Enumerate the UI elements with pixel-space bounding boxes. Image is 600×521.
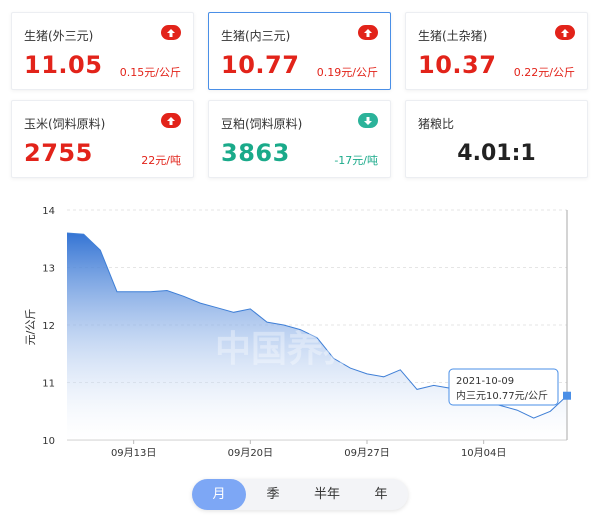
ratio-card-value: 4.01:1 bbox=[457, 141, 536, 166]
card-value: 11.05 bbox=[24, 51, 103, 79]
x-tick-label: 09月13日 bbox=[111, 447, 156, 459]
card-title: 玉米(饲料原料) bbox=[24, 117, 106, 131]
card-title: 生猪(内三元) bbox=[221, 29, 291, 43]
price-card-0[interactable]: 生猪(外三元) 11.05 0.15元/公斤 bbox=[11, 12, 194, 90]
period-tab-year[interactable]: 年 bbox=[354, 479, 408, 510]
card-value: 10.37 bbox=[418, 51, 497, 79]
period-switcher: 月 季 半年 年 bbox=[192, 479, 408, 510]
arrow-down-icon bbox=[358, 113, 378, 128]
price-card-4[interactable]: 豆粕(饲料原料) 3863 -17元/吨 bbox=[208, 100, 391, 178]
x-tick-label: 09月27日 bbox=[344, 447, 389, 459]
tooltip-date: 2021-10-09 bbox=[456, 376, 514, 387]
x-tick-label: 09月20日 bbox=[228, 447, 273, 459]
price-chart[interactable]: 10 11 12 13 14 09月13日 09月20日 09月27日 10月04日 中国养猪… bbox=[0, 196, 600, 466]
price-card-2[interactable]: 生猪(土杂猪) 10.37 0.22元/公斤 bbox=[405, 12, 588, 90]
chart-tooltip: 2021-10-09 内三元10.77元/公斤 bbox=[448, 368, 559, 406]
hover-point-marker bbox=[563, 391, 571, 400]
card-value: 3863 bbox=[221, 139, 290, 167]
period-tab-quarter[interactable]: 季 bbox=[246, 479, 300, 510]
arrow-up-icon bbox=[358, 25, 378, 40]
watermark: 中国养猪网 bbox=[215, 328, 395, 370]
arrow-up-icon bbox=[161, 25, 181, 40]
ratio-card[interactable]: 猪粮比 4.01:1 bbox=[405, 100, 588, 178]
chart-ylabel: 元/公斤 bbox=[24, 309, 37, 346]
period-tab-half-year[interactable]: 半年 bbox=[300, 479, 354, 510]
y-tick-label: 10 bbox=[42, 436, 55, 447]
arrow-up-icon bbox=[555, 25, 575, 40]
y-tick-label: 14 bbox=[42, 206, 55, 217]
card-title: 生猪(土杂猪) bbox=[418, 29, 488, 43]
ratio-card-title: 猪粮比 bbox=[418, 117, 455, 131]
card-change: 0.22元/公斤 bbox=[513, 66, 575, 79]
y-tick-label: 13 bbox=[42, 264, 55, 275]
card-change: 0.15元/公斤 bbox=[119, 66, 181, 79]
price-card-3[interactable]: 玉米(饲料原料) 2755 22元/吨 bbox=[11, 100, 194, 178]
card-value: 2755 bbox=[24, 139, 93, 167]
tooltip-value: 内三元10.77元/公斤 bbox=[456, 389, 548, 402]
card-change: 22元/吨 bbox=[141, 154, 181, 167]
card-value: 10.77 bbox=[221, 51, 300, 79]
arrow-up-icon bbox=[161, 113, 181, 128]
y-tick-label: 12 bbox=[42, 321, 55, 332]
price-chart-svg[interactable]: 10 11 12 13 14 09月13日 09月20日 09月27日 10月04日 中国养猪… bbox=[0, 196, 600, 466]
y-tick-label: 11 bbox=[42, 379, 55, 390]
period-tab-month[interactable]: 月 bbox=[192, 479, 246, 510]
card-title: 生猪(外三元) bbox=[24, 29, 94, 43]
card-title: 豆粕(饲料原料) bbox=[221, 117, 303, 131]
card-change: -17元/吨 bbox=[334, 154, 378, 167]
price-card-1[interactable]: 生猪(内三元) 10.77 0.19元/公斤 bbox=[208, 12, 391, 90]
card-change: 0.19元/公斤 bbox=[316, 66, 378, 79]
x-tick-label: 10月04日 bbox=[461, 447, 506, 459]
price-cards: 生猪(外三元) 11.05 0.15元/公斤 生猪(内三元) 10.77 0.1… bbox=[11, 12, 589, 178]
